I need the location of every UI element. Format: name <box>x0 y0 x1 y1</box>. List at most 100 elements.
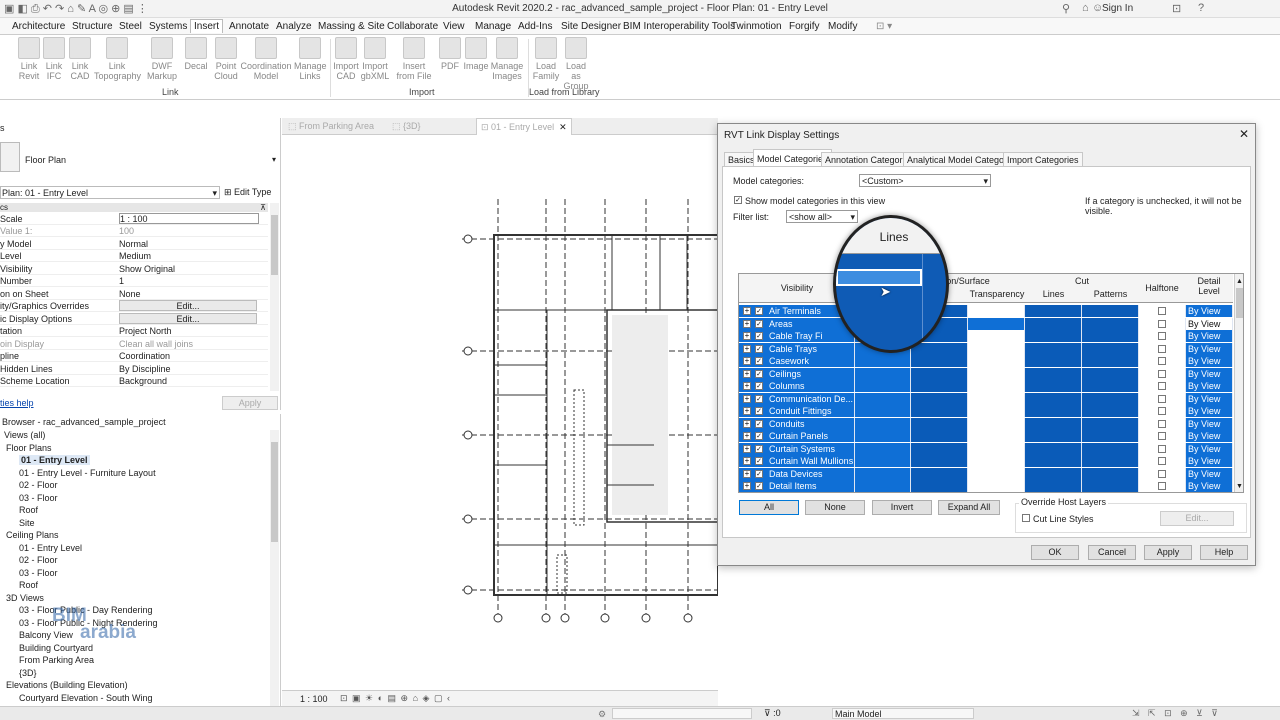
category-row[interactable]: + ✓ Conduits By View <box>739 417 1233 430</box>
visibility-checkbox[interactable]: ✓ <box>755 407 763 415</box>
halftone-checkbox[interactable] <box>1158 382 1166 390</box>
tab-structure[interactable]: Structure <box>72 21 113 32</box>
tab-systems[interactable]: Systems <box>149 21 187 32</box>
category-row[interactable]: + ✓ Conduit Fittings By View <box>739 405 1233 417</box>
halftone-checkbox[interactable] <box>1158 394 1166 403</box>
grid-cell[interactable] <box>968 305 1025 317</box>
grid-cell[interactable] <box>968 392 1025 405</box>
detail-level-value[interactable]: By View <box>1188 356 1220 366</box>
grid-cell[interactable] <box>911 442 968 455</box>
scroll-down-icon[interactable]: ▼ <box>1236 483 1243 490</box>
grid-cell[interactable] <box>968 405 1025 417</box>
pdf-button[interactable]: PDF <box>437 37 463 71</box>
grid-cell[interactable] <box>911 392 968 405</box>
grid-cell[interactable] <box>968 417 1025 430</box>
grid-cell[interactable] <box>1025 392 1082 405</box>
category-row[interactable]: + ✓ Cable Trays By View <box>739 342 1233 355</box>
category-row[interactable]: + ✓ Curtain Systems By View <box>739 442 1233 455</box>
browser-node[interactable]: Ceiling Plans <box>6 530 59 540</box>
scrollbar-thumb[interactable] <box>1236 288 1243 318</box>
tab-from-parking-area[interactable]: ⬚ From Parking Area <box>288 121 374 132</box>
detail-level-value[interactable]: By View <box>1188 331 1220 341</box>
detail-level-value[interactable]: By View <box>1188 481 1220 491</box>
view-control-icons[interactable]: ⊡ ▣ ☀ ◐ ▤ ⊕ ⌂ ◈ ▢ ‹ <box>340 693 451 704</box>
browser-node[interactable]: 01 - Entry Level <box>19 543 82 553</box>
decal-button[interactable]: Decal <box>182 37 210 71</box>
grid-cell[interactable] <box>911 380 968 392</box>
import-gbxml-button[interactable]: Import gbXML <box>360 37 390 81</box>
expand-icon[interactable]: + <box>743 432 751 440</box>
point-cloud-button[interactable]: Point Cloud <box>212 37 240 81</box>
insert-from-file-button[interactable]: Insert from File <box>396 37 432 81</box>
prop-row-wall-join[interactable]: oin Display Clean all wall joins <box>0 338 268 350</box>
apply-button[interactable]: Apply <box>1144 545 1192 560</box>
grid-cell[interactable] <box>1082 430 1139 442</box>
grid-cell[interactable] <box>1025 405 1082 417</box>
grid-cell[interactable] <box>1082 455 1139 467</box>
tab-steel[interactable]: Steel <box>119 21 142 32</box>
header-cut-patterns[interactable]: Patterns <box>1082 289 1139 299</box>
exchange-icon[interactable]: ⌂ <box>1082 2 1089 14</box>
category-row[interactable]: + ✓ Curtain Wall Mullions By View <box>739 455 1233 467</box>
lines-cell[interactable] <box>855 430 911 442</box>
tab-manage[interactable]: Manage <box>475 21 511 32</box>
grid-cell[interactable] <box>1082 417 1139 430</box>
prop-row-display-model[interactable]: y Model Normal <box>0 238 268 250</box>
scrollbar-thumb[interactable] <box>271 442 278 542</box>
detail-level-value[interactable]: By View <box>1188 306 1220 316</box>
expand-icon[interactable]: + <box>743 382 751 390</box>
sign-in-link[interactable]: Sign In <box>1102 3 1133 14</box>
header-transparency[interactable]: Transparency <box>969 289 1025 299</box>
tab-modify[interactable]: Modify <box>828 21 857 32</box>
browser-node[interactable]: 03 - Floor <box>19 493 58 503</box>
dwf-markup-button[interactable]: DWF Markup <box>146 37 178 81</box>
tab-view[interactable]: View <box>443 21 465 32</box>
help-button[interactable]: Help <box>1200 545 1248 560</box>
graphics-section-header[interactable]: cs ⊼ <box>0 203 268 212</box>
cart-icon[interactable]: ⊡ <box>1172 2 1181 15</box>
browser-node[interactable]: 01 - Entry Level <box>19 455 90 465</box>
halftone-checkbox[interactable] <box>1158 307 1166 315</box>
tab-site-designer[interactable]: Site Designer <box>561 21 621 32</box>
expand-icon[interactable]: + <box>743 369 751 378</box>
detail-level-value[interactable]: By View <box>1188 394 1220 404</box>
grid-cell[interactable] <box>911 467 968 480</box>
browser-node[interactable]: 02 - Floor <box>19 480 58 490</box>
design-option-select[interactable]: Main Model <box>832 708 974 719</box>
browser-node[interactable]: 3D Views <box>6 593 44 603</box>
grid-scrollbar[interactable]: ▲ ▼ <box>1234 274 1243 492</box>
lines-cell[interactable] <box>855 380 911 392</box>
import-cad-button[interactable]: Import CAD <box>332 37 360 81</box>
tab-01-entry-level[interactable]: ⊡ 01 - Entry Level ✕ <box>476 118 572 135</box>
visibility-checkbox[interactable]: ✓ <box>755 332 763 340</box>
grid-cell[interactable] <box>968 480 1025 492</box>
model-categories-select[interactable]: <Custom> ▾ <box>859 174 991 187</box>
link-cad-button[interactable]: Link CAD <box>66 37 94 81</box>
grid-cell[interactable] <box>968 442 1025 455</box>
invert-button[interactable]: Invert <box>872 500 932 515</box>
browser-node[interactable]: Balcony View <box>19 630 73 640</box>
detail-level-value[interactable]: By View <box>1188 369 1220 379</box>
browser-node[interactable]: 01 - Entry Level - Furniture Layout <box>19 468 156 478</box>
category-row[interactable]: + ✓ Areas By View <box>739 317 1233 330</box>
category-row[interactable]: + ✓ Ceilings By View <box>739 367 1233 380</box>
grid-cell[interactable] <box>1025 417 1082 430</box>
load-family-button[interactable]: Load Family <box>531 37 561 81</box>
grid-cell[interactable] <box>911 405 968 417</box>
visibility-checkbox[interactable]: ✓ <box>755 444 763 453</box>
browser-node[interactable]: Building Courtyard <box>19 643 93 653</box>
halftone-checkbox[interactable] <box>1158 419 1166 428</box>
grid-cell[interactable] <box>911 480 968 492</box>
visibility-checkbox[interactable]: ✓ <box>755 394 763 403</box>
category-row[interactable]: + ✓ Cable Tray Fi By View <box>739 330 1233 342</box>
ribbon-options-icon[interactable]: ⊡ ▾ <box>876 21 892 32</box>
lines-cell[interactable] <box>855 467 911 480</box>
prop-row-hidden-lines[interactable]: Hidden Lines By Discipline <box>0 363 268 375</box>
tab-add-ins[interactable]: Add-Ins <box>518 21 552 32</box>
type-selector-chevron-icon[interactable]: ▾ <box>272 155 276 164</box>
expand-icon[interactable]: + <box>743 444 751 453</box>
expand-icon[interactable]: + <box>743 332 751 340</box>
grid-cell[interactable] <box>1025 355 1082 367</box>
halftone-checkbox[interactable] <box>1158 407 1166 415</box>
lines-cell[interactable] <box>855 392 911 405</box>
